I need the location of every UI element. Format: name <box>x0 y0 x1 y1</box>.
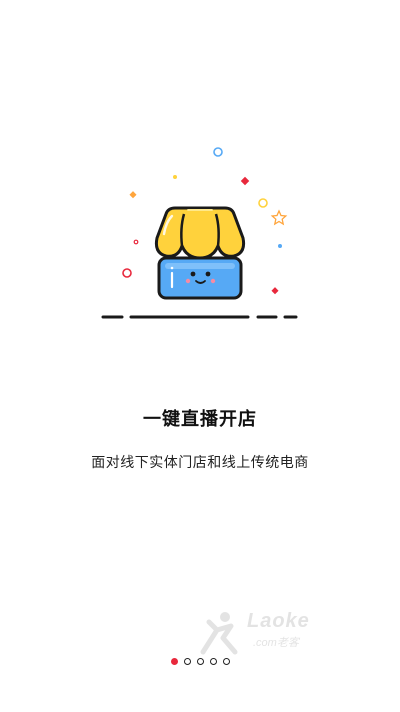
page-dot[interactable] <box>209 658 217 665</box>
page-dot[interactable] <box>183 658 191 665</box>
onboarding-subtitle: 面对线下实体门店和线上传统电商 <box>91 455 309 471</box>
watermark: Laoke .com老客 <box>195 608 355 658</box>
page-indicator <box>0 658 400 665</box>
watermark-brand: Laoke <box>247 610 310 632</box>
watermark-sub: .com老客 <box>253 637 299 649</box>
onboarding-title: 一键直播开店 <box>143 409 257 430</box>
onboarding-page[interactable]: 一键直播开店 面对线下实体门店和线上传统电商 Laoke .com老客 <box>0 0 400 712</box>
page-dot[interactable] <box>170 658 178 665</box>
page-dot[interactable] <box>222 658 230 665</box>
watermark-logo-icon <box>200 612 238 655</box>
store-icon <box>101 147 298 319</box>
page-dot[interactable] <box>196 658 204 665</box>
